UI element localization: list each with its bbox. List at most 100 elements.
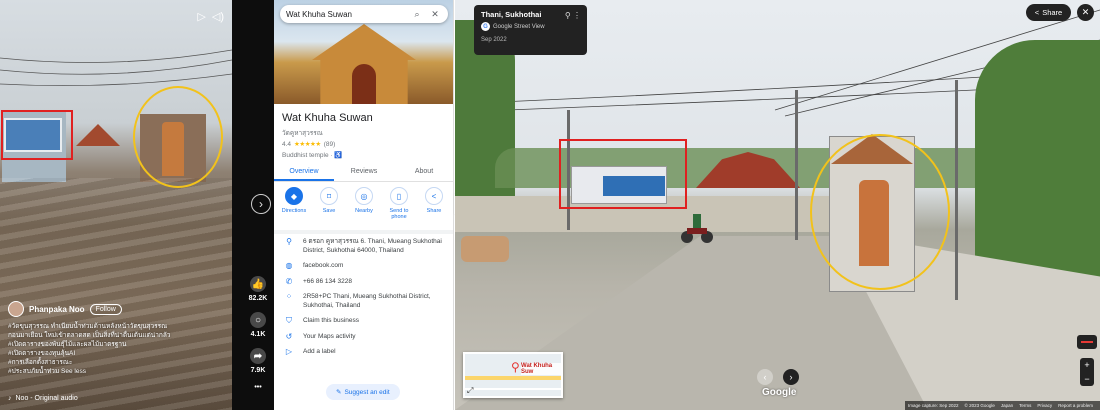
video-temple-roof [76,124,120,146]
zoom-out-icon[interactable]: − [1084,374,1089,384]
video-caption: #วัดขุนสุวรรณ ทำเนียบน้ำท่วมด้านหลังหน้า… [8,322,224,376]
minimap-road [465,376,561,380]
place-title: Wat Khuha Suwan [282,112,373,124]
place-tabs: Overview Reviews About [274,166,453,182]
plus-code-icon: ⁘ [285,292,293,301]
username[interactable]: Phanpaka Noo [29,305,85,314]
compass-icon[interactable] [1077,335,1097,349]
tab-overview[interactable]: Overview [274,166,334,181]
zoom-in-icon[interactable]: + [1084,360,1089,370]
copyright-text: © 2023 Google [964,403,995,408]
search-icon[interactable]: ⌕ [410,9,424,20]
thumbs-up-icon[interactable]: 👍 [250,276,266,292]
location-pin-icon[interactable]: ⚲ [565,11,571,20]
image-capture-text: Image capture: Sep 2022 [908,403,959,408]
add-label-row[interactable]: ▷ Add a label [274,347,453,357]
street-view-canvas[interactable] [455,0,1100,410]
address-row[interactable]: ⚲ 6 ตรอก คูหาสุวรรณ 6. Thani, Mueang Suk… [274,237,453,255]
more-vert-icon[interactable]: ⋮ [573,11,581,20]
share-icon: < [1034,8,1040,17]
address-text: 6 ตรอก คูหาสุวรรณ 6. Thani, Mueang Sukho… [303,238,442,254]
phone-text: +66 86 134 3228 [303,277,352,285]
tab-about[interactable]: About [394,166,453,181]
maps-place-panel: Wat Khuha Suwan ⌕ ✕ Wat Khuha Suwan วัดค… [274,0,454,410]
map-footer: Image capture: Sep 2022 © 2023 Google Ja… [905,401,1100,410]
directions-button[interactable]: ◆ Directions [278,187,310,220]
search-input[interactable]: Wat Khuha Suwan [286,10,406,19]
tab-reviews[interactable]: Reviews [334,166,394,181]
website-row[interactable]: ◍ facebook.com [274,261,453,271]
avatar[interactable] [8,301,24,317]
save-button[interactable]: ⌑ Save [313,187,345,220]
maps-activity-icon: ↺ [285,331,293,341]
close-icon[interactable]: ✕ [428,9,442,20]
caption-line[interactable]: #เปิดตารางของพันธุ์ไม้และผลไม้มาตรฐาน [8,340,224,349]
caption-line[interactable]: #เปิดตารางของทุนลุ้นAI [8,349,224,358]
suggest-edit-button[interactable]: ✎ Suggest an edit [326,384,400,400]
nearby-button[interactable]: ◎ Nearby [348,187,380,220]
plus-code-row[interactable]: ⁘ 2R58+PC Thani, Mueang Sukhothai Distri… [274,292,453,310]
phone-icon: ✆ [285,276,293,286]
close-streetview-button[interactable]: ✕ [1077,4,1094,21]
comment-count: 4.1K [250,331,266,338]
region-link[interactable]: Japan [1001,403,1013,408]
music-note-icon: ♪ [8,395,12,402]
volume-icon[interactable]: ◁) [212,10,224,23]
claim-shield-icon: ⛉ [286,316,292,325]
google-logo: Google [762,387,797,398]
share-button[interactable]: < Share [418,187,450,220]
nav-back-button[interactable]: ‹ [757,369,773,385]
zoom-control[interactable]: + − [1080,358,1094,386]
plus-code-text: 2R58+PC Thani, Mueang Sukhothai District… [303,293,431,309]
share-button[interactable]: < Share [1026,4,1071,21]
provider-label: Google Street View [493,23,545,30]
share-label: Share [1042,8,1063,17]
caption-line[interactable]: #การเลือกตั้งสาธารณะ [8,358,224,367]
privacy-link[interactable]: Privacy [1037,403,1052,408]
street-view-info-card[interactable]: Thani, Sukhothai G Google Street View Se… [474,5,587,55]
audio-label[interactable]: Noo - Original audio [16,395,78,402]
nav-forward-button[interactable]: › [783,369,799,385]
report-problem-link[interactable]: Report a problem [1058,403,1093,408]
terms-link[interactable]: Terms [1019,403,1031,408]
send-to-phone-label: Send to phone [389,208,409,220]
directions-label: Directions [281,208,307,214]
place-rating[interactable]: 4.4 ★★★★★ (89) [282,140,336,149]
follow-button[interactable]: Follow [89,303,122,315]
annotation-box-streetview [559,139,687,209]
utility-pole [795,90,798,240]
claim-business-row[interactable]: ⛉ Claim this business [274,316,453,326]
next-video-button[interactable]: › [251,194,271,214]
minimap[interactable]: ⚲ Wat Khuha Suw ⤢ [463,352,563,398]
minimap-place-label: Wat Khuha Suw [521,363,561,375]
nearby-icon: ◎ [355,187,373,205]
motorcyclist [681,214,713,243]
place-local-name: วัดคูหาสุวรรณ [282,130,323,137]
review-count[interactable]: (89) [324,141,336,148]
video-actions: 👍 82.2K ○ 4.1K ➦ 7.9K ••• [244,276,272,391]
place-category[interactable]: Buddhist temple · ♿ [282,151,342,159]
play-icon[interactable]: ▷ [197,10,205,23]
caption-line[interactable]: #ประสบภัยน้ำท่วม See less [8,367,224,376]
send-to-phone-button[interactable]: ▯ Send to phone [383,187,415,220]
label-icon: ▷ [285,347,293,356]
close-icon: ✕ [1081,7,1090,17]
directions-icon: ◆ [285,187,303,205]
place-actions: ◆ Directions ⌑ Save ◎ Nearby ▯ Send to p… [278,187,450,220]
phone-row[interactable]: ✆ +66 86 134 3228 [274,276,453,287]
tiktok-video[interactable]: ▷ ◁) Phanpaka Noo Follow #วัดขุนสุวรรณ ท… [0,0,232,410]
maps-activity-text: Your Maps activity [303,332,356,340]
suggest-edit-label: Suggest an edit [344,388,390,396]
expand-icon[interactable]: ⤢ [467,386,477,396]
share-icon[interactable]: ➦ [250,348,266,364]
share-label: Share [426,208,442,214]
globe-icon: ◍ [285,261,293,270]
share-icon: < [425,187,443,205]
comment-icon[interactable]: ○ [250,312,266,328]
maps-activity-row[interactable]: ↺ Your Maps activity [274,331,453,342]
capture-date[interactable]: Sep 2022 [481,37,580,43]
share-count: 7.9K [250,367,266,374]
search-box[interactable]: Wat Khuha Suwan ⌕ ✕ [280,5,448,23]
location-pin-icon: ⚲ [286,237,292,246]
more-options-icon[interactable]: ••• [244,384,272,391]
